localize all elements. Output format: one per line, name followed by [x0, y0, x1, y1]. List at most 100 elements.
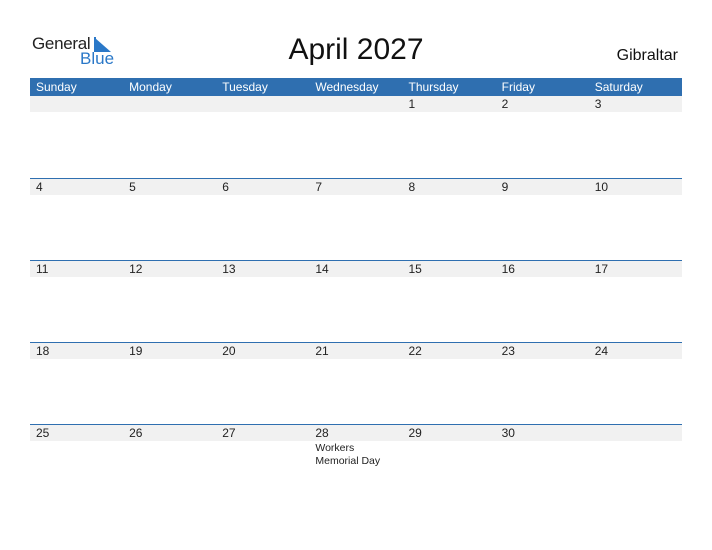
- event-label: [496, 359, 589, 360]
- event-label: [589, 441, 682, 468]
- day-cell: 5: [123, 179, 216, 195]
- day-cell: 9: [496, 179, 589, 195]
- event-label: [589, 359, 682, 360]
- day-number: 17: [594, 262, 609, 276]
- event-label: [496, 441, 589, 468]
- event-label: [403, 359, 496, 360]
- event-label: [30, 441, 123, 468]
- day-number: 9: [501, 180, 509, 194]
- day-number: 21: [315, 344, 329, 358]
- weekday-sunday: Sunday: [36, 80, 77, 94]
- event-label: [216, 441, 309, 468]
- day-number: 6: [222, 180, 229, 194]
- date-strip: 18 19 20 21 22 23 24: [30, 343, 682, 359]
- day-number: 26: [129, 426, 143, 440]
- event-label: [309, 359, 402, 360]
- day-number: 2: [501, 97, 509, 111]
- day-cell: [123, 96, 216, 112]
- day-cell: 2: [496, 96, 589, 112]
- event-label: [589, 277, 682, 278]
- day-cell: 13: [216, 261, 309, 277]
- week-row: 1 2 3: [30, 96, 682, 178]
- day-cell: [30, 96, 123, 112]
- day-number: 19: [129, 344, 143, 358]
- day-cell: 11: [30, 261, 123, 277]
- event-label: [123, 277, 216, 278]
- country-label: Gibraltar: [616, 47, 678, 64]
- event-label: [496, 277, 589, 278]
- event-label: [403, 112, 496, 113]
- day-number: 18: [36, 344, 50, 358]
- day-cell: 8: [403, 179, 496, 195]
- day-cell: 16: [496, 261, 589, 277]
- weekday-header: Sunday Monday Tuesday Wednesday Thursday…: [30, 78, 682, 96]
- week-row: 18 19 20 21 22 23 24: [30, 342, 682, 424]
- event-label: [30, 195, 123, 196]
- day-number: 1: [408, 97, 416, 111]
- weekday-wednesday: Wednesday: [315, 80, 379, 94]
- event-label: [403, 277, 496, 278]
- day-number: 16: [501, 262, 515, 276]
- day-number: 25: [36, 426, 50, 440]
- event-label: Workers Memorial Day: [315, 442, 381, 467]
- day-cell: 4: [30, 179, 123, 195]
- event-label: [123, 195, 216, 196]
- week-row: 11 12 13 14 15 16 17: [30, 260, 682, 342]
- day-cell: 22: [403, 343, 496, 359]
- day-number: 27: [222, 426, 236, 440]
- event-label: [123, 112, 216, 113]
- event-label: [496, 195, 589, 196]
- calendar-grid: Sunday Monday Tuesday Wednesday Thursday…: [30, 78, 682, 506]
- event-label: [309, 277, 402, 278]
- event-label: [216, 112, 309, 113]
- event-label: [123, 441, 216, 468]
- event-label: [30, 112, 123, 113]
- event-label: [403, 441, 496, 468]
- day-cell: [309, 96, 402, 112]
- day-number: 14: [315, 262, 329, 276]
- day-cell: 19: [123, 343, 216, 359]
- day-number: 23: [501, 344, 515, 358]
- day-cell: [216, 96, 309, 112]
- week-row: 4 5 6 7 8 9 10: [30, 178, 682, 260]
- day-number: 20: [222, 344, 236, 358]
- day-cell: 24: [589, 343, 682, 359]
- day-cell: 27: [216, 425, 309, 441]
- day-cell: 15: [403, 261, 496, 277]
- day-cell: 21: [309, 343, 402, 359]
- day-number: 28: [315, 426, 329, 440]
- day-cell: 14: [309, 261, 402, 277]
- day-number: 10: [594, 180, 609, 194]
- weekday-tuesday: Tuesday: [222, 80, 268, 94]
- day-number: 4: [36, 180, 43, 194]
- weekday-saturday: Saturday: [594, 80, 643, 94]
- date-strip: 1 2 3: [30, 96, 682, 112]
- day-number: 22: [408, 344, 422, 358]
- date-strip: 4 5 6 7 8 9 10: [30, 179, 682, 195]
- day-number: 30: [501, 426, 515, 440]
- event-label: [216, 277, 309, 278]
- event-label: [589, 112, 682, 113]
- day-number: 29: [408, 426, 422, 440]
- weekday-thursday: Thursday: [408, 80, 459, 94]
- day-cell: 6: [216, 179, 309, 195]
- day-cell: 7: [309, 179, 402, 195]
- day-cell: 3: [589, 96, 682, 112]
- day-number: 13: [222, 262, 236, 276]
- event-label: [123, 359, 216, 360]
- event-label: [30, 359, 123, 360]
- day-number: 11: [36, 262, 49, 276]
- day-cell: 28: [309, 425, 402, 441]
- day-number: 7: [315, 180, 323, 194]
- day-cell: 17: [589, 261, 682, 277]
- day-cell: 10: [589, 179, 682, 195]
- day-cell: 18: [30, 343, 123, 359]
- events-row: Workers Memorial Day: [30, 441, 682, 468]
- event-label: [30, 277, 123, 278]
- day-cell: 29: [403, 425, 496, 441]
- events-row: [30, 195, 682, 196]
- day-number: 8: [408, 180, 416, 194]
- event-label: [496, 112, 589, 113]
- event-label: [309, 195, 402, 196]
- day-number: 5: [129, 180, 136, 194]
